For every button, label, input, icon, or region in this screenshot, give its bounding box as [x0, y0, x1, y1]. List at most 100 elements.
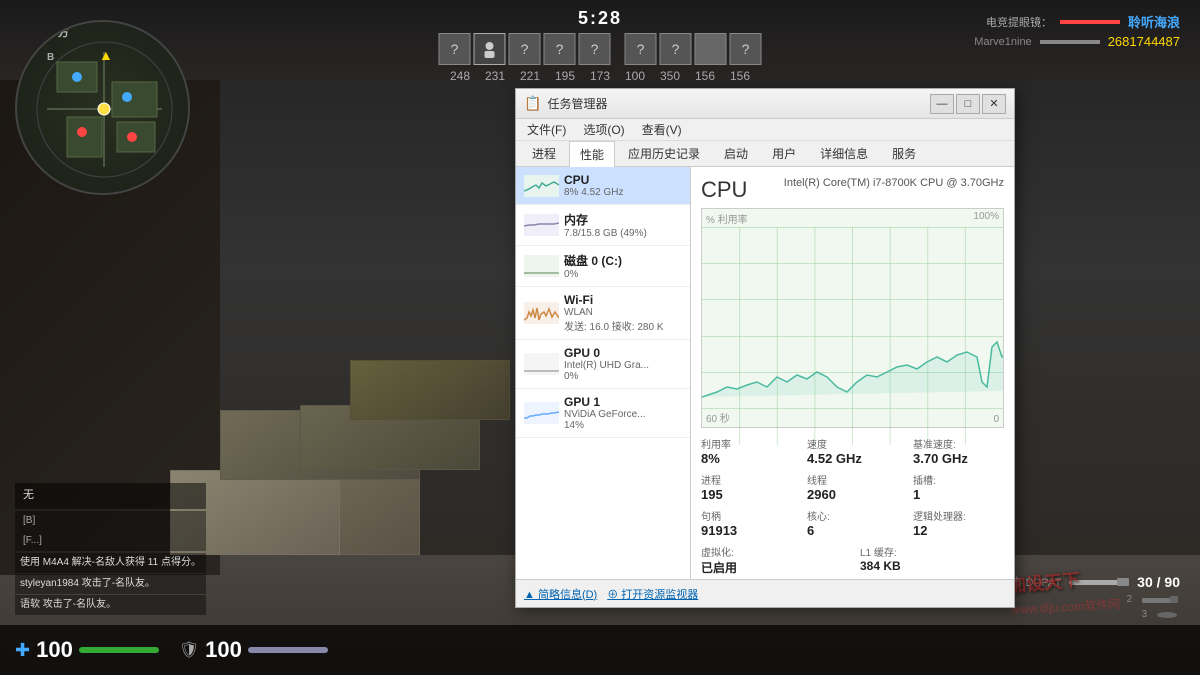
- stat-speed-value: 4.52 GHz: [807, 451, 898, 466]
- stat-processes: 进程 195: [701, 472, 792, 502]
- hud-bottom-bar: ✚ 100 🛡 100: [0, 625, 1200, 675]
- killfeed-item-1: 使用 M4A4 解决-名敌人获得 11 点得分。: [15, 553, 206, 573]
- titlebar-icon: 📋: [524, 95, 541, 112]
- maximize-button[interactable]: □: [956, 94, 980, 114]
- processes-sidebar: CPU 8% 4.52 GHz 内存 7.8/15.8 GB (49%): [516, 167, 691, 579]
- tab-users[interactable]: 用户: [761, 140, 807, 166]
- armor-section: 🛡 100: [179, 637, 328, 663]
- weapon-3-label: 3: [1141, 609, 1147, 620]
- graph-y-label: 100%: [973, 211, 999, 222]
- stat-virt-label: 虚拟化:: [701, 544, 845, 559]
- cpu-detail-header: CPU Intel(R) Core(TM) i7-8700K CPU @ 3.7…: [701, 177, 1004, 203]
- score-8: 156: [689, 69, 721, 83]
- weapon-svg-2: [1140, 595, 1180, 605]
- tab-app-history[interactable]: 应用历史记录: [617, 140, 711, 166]
- player-icon-4: ?: [544, 33, 576, 65]
- titlebar-buttons: — □ ✕: [930, 94, 1006, 114]
- stat-l1-label: L1 缓存:: [860, 544, 1004, 559]
- taskmgr-body: CPU 8% 4.52 GHz 内存 7.8/15.8 GB (49%): [516, 167, 1014, 579]
- stat-processes-label: 进程: [701, 472, 792, 487]
- menu-bar: 文件(F) 选项(O) 查看(V): [516, 119, 1014, 141]
- armor-bar: [248, 647, 328, 653]
- score-9: 156: [724, 69, 756, 83]
- stat-sockets-value: 1: [913, 487, 1004, 502]
- cpu-graph-svg: [702, 227, 1003, 445]
- tab-details[interactable]: 详细信息: [809, 140, 879, 166]
- player-kills-display: 2681744487: [1108, 34, 1180, 49]
- cpu-stats-grid: 利用率 8% 速度 4.52 GHz 基准速度: 3.70 GHz 进程: [701, 436, 1004, 538]
- cpu-mini-graph: [524, 175, 559, 197]
- open-resource-monitor-link[interactable]: ⊕ 打开资源监视器: [607, 586, 698, 602]
- process-wifi[interactable]: Wi-Fi WLAN 发送: 16.0 接收: 280 K: [516, 287, 690, 340]
- health-icon: ✚: [15, 640, 30, 661]
- game-timer: 5:28: [578, 8, 622, 29]
- gpu0-proc-name: GPU 0: [564, 346, 649, 360]
- stat-base-speed-value: 3.70 GHz: [913, 451, 1004, 466]
- stat-l1: L1 缓存: 384 KB: [860, 544, 1004, 576]
- killfeed-notice: 无: [15, 483, 206, 509]
- stat-sockets: 插槽: 1: [913, 472, 1004, 502]
- stat-logical: 逻辑处理器: 12: [913, 508, 1004, 538]
- menu-file[interactable]: 文件(F): [521, 119, 572, 140]
- gpu1-mini-graph: [524, 402, 559, 424]
- weapon-indicator-top: [1060, 20, 1120, 24]
- stat-logical-label: 逻辑处理器:: [913, 508, 1004, 523]
- tab-services[interactable]: 服务: [881, 140, 927, 166]
- score-3: 221: [514, 69, 546, 83]
- tab-processes[interactable]: 进程: [521, 140, 567, 166]
- player-tag-display: Marve1nine: [974, 36, 1031, 48]
- minimap: B 隧道下方 ▲: [15, 20, 190, 195]
- tab-performance[interactable]: 性能: [569, 141, 615, 167]
- score-1: 248: [444, 69, 476, 83]
- gpu1-proc-detail2: 14%: [564, 420, 646, 431]
- hud-right-top: 电竞提眼镜： 聆听海浪 Marve1nine 2681744487: [974, 12, 1180, 49]
- health-fill: [79, 647, 159, 653]
- menu-options[interactable]: 选项(O): [577, 119, 630, 140]
- stat-threads-label: 线程: [807, 472, 898, 487]
- ammo-reserve: 90: [1164, 574, 1180, 590]
- stat-cores: 核心: 6: [807, 508, 898, 538]
- task-manager-window: 📋 任务管理器 — □ ✕ 文件(F) 选项(O) 查看(V) 进程 性能 应用…: [515, 88, 1015, 608]
- cpu-stats-row2: 虚拟化: 已启用 L1 缓存: 384 KB 正常运行时间 0:06:10:39…: [701, 544, 1004, 579]
- player-icon-5: ?: [579, 33, 611, 65]
- cpu-graph-area: % 利用率 100%: [701, 208, 1004, 428]
- menu-view[interactable]: 查看(V): [636, 119, 688, 140]
- memory-mini-graph: [524, 214, 559, 236]
- titlebar: 📋 任务管理器 — □ ✕: [516, 89, 1014, 119]
- process-disk[interactable]: 磁盘 0 (C:) 0%: [516, 246, 690, 287]
- killfeed: 无 [B] [F...] 使用 M4A4 解决-名敌人获得 11 点得分。 st…: [15, 483, 206, 615]
- minimize-button[interactable]: —: [930, 94, 954, 114]
- armor-icon: 🛡: [179, 640, 199, 660]
- process-gpu0[interactable]: GPU 0 Intel(R) UHD Gra... 0%: [516, 340, 690, 389]
- player-icon-3: ?: [509, 33, 541, 65]
- graph-x-label-left: 60 秒: [706, 410, 730, 425]
- score-6: 100: [619, 69, 651, 83]
- score-5: 173: [584, 69, 616, 83]
- stat-l1-value: 384 KB: [860, 559, 1004, 573]
- wifi-proc-name: Wi-Fi: [564, 293, 664, 307]
- process-memory[interactable]: 内存 7.8/15.8 GB (49%): [516, 205, 690, 246]
- process-cpu[interactable]: CPU 8% 4.52 GHz: [516, 167, 690, 205]
- armor-value: 100: [205, 637, 242, 663]
- player-icon-2: [474, 33, 506, 65]
- player-name-display: 聆听海浪: [1128, 12, 1180, 31]
- esports-label: 电竞提眼镜：: [986, 14, 1052, 30]
- hud-top: 5:28 ? ? ? ? ? ? ? 248 231 221 195 173 1…: [439, 8, 762, 83]
- stat-sockets-label: 插槽:: [913, 472, 1004, 487]
- stat-handles: 句柄 91913: [701, 508, 792, 538]
- process-gpu1[interactable]: GPU 1 NViDiA GeForce... 14%: [516, 389, 690, 438]
- disk-mini-graph: [524, 255, 559, 277]
- summary-link[interactable]: ▲ 简略信息(D): [524, 586, 597, 602]
- stat-handles-label: 句柄: [701, 508, 792, 523]
- ammo-display: 30 / 90: [1137, 574, 1180, 590]
- close-button[interactable]: ✕: [982, 94, 1006, 114]
- score-2: 231: [479, 69, 511, 83]
- tab-startup[interactable]: 启动: [713, 140, 759, 166]
- player-icon-8: [695, 33, 727, 65]
- titlebar-text: 任务管理器: [547, 95, 924, 112]
- stat-cores-label: 核心:: [807, 508, 898, 523]
- status-bar: ▲ 简略信息(D) ⊕ 打开资源监视器: [516, 579, 1014, 607]
- wifi-proc-detail2: 发送: 16.0 接收: 280 K: [564, 318, 664, 333]
- gpu0-mini-graph: [524, 353, 559, 375]
- memory-proc-name: 内存: [564, 211, 647, 228]
